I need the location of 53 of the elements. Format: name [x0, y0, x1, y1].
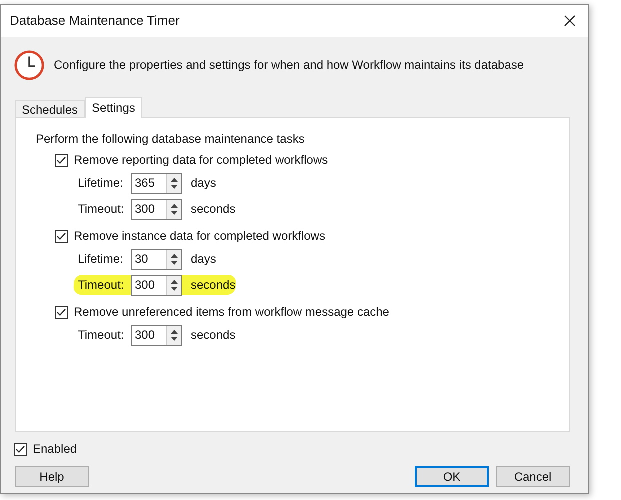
down-arrow-icon: [170, 260, 178, 264]
checkbox-label: Remove unreferenced items from workflow message cache: [74, 304, 390, 321]
checkbox[interactable]: [55, 230, 68, 242]
field-value: 300: [134, 276, 156, 294]
checkbox-label: Remove instance data for completed workflows: [74, 228, 326, 245]
spin-field[interactable]: 30: [131, 248, 182, 270]
section-heading: Perform the following database maintenance tasks: [36, 131, 306, 146]
spin-buttons[interactable]: [166, 174, 181, 192]
unit-label: seconds: [191, 201, 236, 218]
dialog-button[interactable]: Help: [15, 466, 89, 487]
checkbox[interactable]: [55, 306, 68, 318]
up-arrow-icon: [170, 330, 178, 334]
down-arrow-icon: [170, 336, 178, 340]
unit-label: seconds: [191, 277, 236, 294]
spin-field[interactable]: 300: [131, 324, 182, 346]
spin-buttons[interactable]: [166, 250, 181, 268]
field-value: 300: [134, 326, 156, 344]
up-arrow-icon: [170, 204, 178, 208]
up-arrow-icon: [170, 254, 178, 258]
down-arrow-icon: [170, 286, 178, 290]
up-arrow-icon: [170, 178, 178, 182]
field-label: Timeout:: [78, 277, 126, 294]
description-text: Configure the properties and settings for when and how Workflow maintains its database: [54, 57, 524, 74]
checkbox[interactable]: [55, 154, 68, 166]
tab[interactable]: Schedules: [15, 100, 86, 117]
dialog-button[interactable]: OK: [415, 466, 489, 487]
down-arrow-icon: [170, 210, 178, 214]
unit-label: seconds: [191, 327, 236, 344]
unit-label: days: [191, 251, 216, 268]
spin-buttons[interactable]: [166, 326, 181, 344]
clock-icon: [14, 50, 45, 80]
dialog-button[interactable]: Cancel: [496, 466, 570, 487]
close-icon[interactable]: [564, 15, 576, 27]
unit-label: days: [191, 175, 216, 192]
field-label: Timeout:: [78, 201, 126, 218]
checkbox-label: Enabled: [33, 441, 78, 458]
checkbox-label: Remove reporting data for completed workflows: [74, 152, 328, 169]
spin-field[interactable]: 300: [131, 274, 182, 296]
field-value: 365: [134, 174, 156, 192]
spin-field[interactable]: 300: [131, 198, 182, 220]
window-title: Database Maintenance Timer: [10, 12, 180, 30]
field-label: Lifetime:: [78, 175, 124, 192]
spin-buttons[interactable]: [166, 276, 181, 294]
spin-buttons[interactable]: [166, 200, 181, 218]
field-value: 300: [134, 200, 156, 218]
down-arrow-icon: [170, 184, 178, 188]
field-label: Lifetime:: [78, 251, 124, 268]
tab[interactable]: Settings: [85, 97, 142, 118]
checkbox[interactable]: [14, 442, 27, 456]
up-arrow-icon: [170, 280, 178, 284]
field-value: 30: [134, 250, 150, 268]
field-label: Timeout:: [78, 327, 126, 344]
spin-field[interactable]: 365: [131, 172, 182, 194]
